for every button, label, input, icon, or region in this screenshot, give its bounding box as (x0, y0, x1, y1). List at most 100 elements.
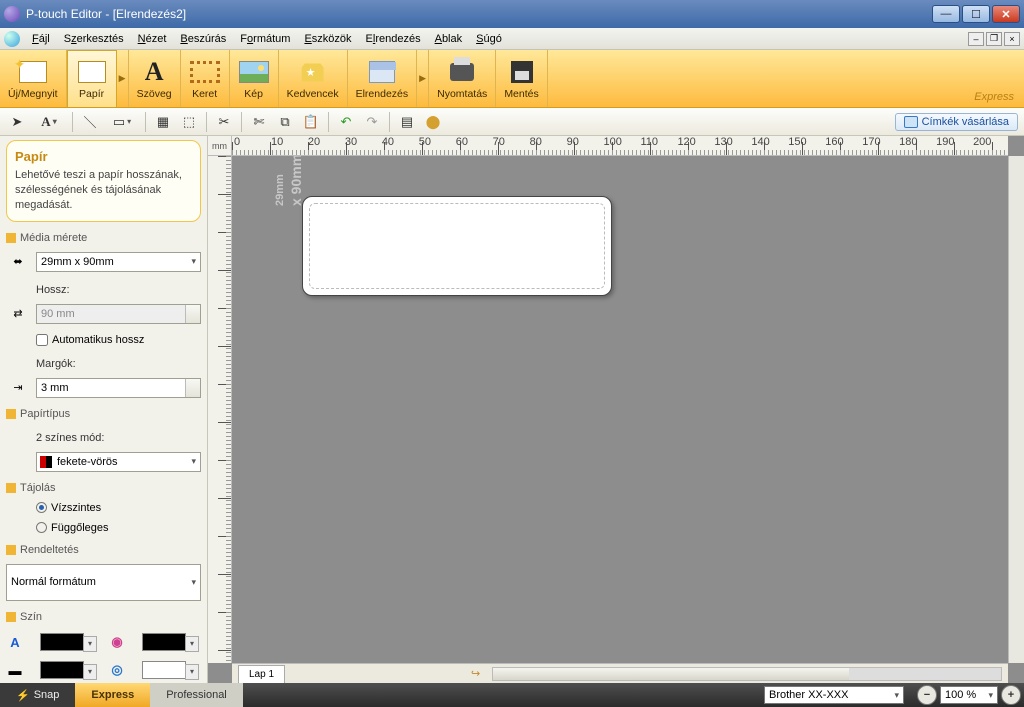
ribbon-save[interactable]: Mentés (496, 50, 547, 107)
align-tool[interactable]: ⬚ (178, 111, 200, 133)
zoom-out-button[interactable]: − (917, 685, 937, 705)
grid-button[interactable]: ▤ (396, 111, 418, 133)
screenshot-tool[interactable]: ✂ (213, 111, 235, 133)
frame-icon (190, 61, 220, 83)
menu-window[interactable]: Ablak (429, 31, 469, 47)
canvas-area: mm 0102030405060708090100110120130140150… (208, 136, 1024, 683)
section-media-size: Média mérete (6, 232, 201, 244)
copy-button[interactable]: ⧉ (274, 111, 296, 133)
buy-labels-text: Címkék vásárlása (922, 116, 1009, 128)
section-color: Szín (6, 611, 201, 623)
shape-tool[interactable]: ▭ (105, 111, 139, 133)
minimize-button[interactable]: — (932, 5, 960, 23)
canvas-stage[interactable]: 29mmx 90mm (232, 156, 1008, 663)
auto-length-checkbox[interactable] (36, 334, 48, 346)
orientation-landscape[interactable]: Vízszintes (36, 502, 201, 514)
margins-input[interactable]: 3 mm (36, 378, 201, 398)
status-bar: ⚡ Snap Express Professional Brother XX-X… (0, 683, 1024, 707)
sheet-tab[interactable]: Lap 1 (238, 665, 285, 683)
redo-button[interactable]: ↷ (361, 111, 383, 133)
menu-tools[interactable]: Eszközök (298, 31, 357, 47)
cut-button[interactable]: ✄ (248, 111, 270, 133)
mode-snap[interactable]: ⚡ Snap (0, 683, 75, 707)
ribbon-favorites[interactable]: Kedvencek (279, 50, 348, 107)
mdi-close-button[interactable]: × (1004, 32, 1020, 46)
sheet-nav-icon[interactable]: ↪ (471, 667, 480, 680)
undo-button[interactable]: ↶ (335, 111, 357, 133)
margins-label: Margók: (36, 358, 201, 370)
two-color-combo[interactable]: fekete-vörös (36, 452, 201, 472)
menu-insert[interactable]: Beszúrás (174, 31, 232, 47)
infobox-title: Papír (15, 149, 192, 164)
line-tool[interactable]: ＼ (79, 111, 101, 133)
ribbon-image[interactable]: Kép (230, 50, 279, 107)
ribbon-frame[interactable]: Keret (181, 50, 230, 107)
purpose-combo[interactable]: Normál formátum (6, 564, 201, 601)
favorites-icon (300, 62, 326, 82)
app-icon (4, 6, 20, 22)
menu-format[interactable]: Formátum (234, 31, 296, 47)
ribbon-text[interactable]: A Szöveg (129, 50, 181, 107)
bottom-bar: Lap 1 ↪ (232, 663, 1008, 683)
side-panel: Papír Lehetővé teszi a papír hosszának, … (0, 136, 208, 683)
media-size-combo[interactable]: 29mm x 90mm (36, 252, 201, 272)
ruler-vertical (208, 156, 232, 663)
close-button[interactable]: ✕ (992, 5, 1020, 23)
ribbon-print[interactable]: Nyomtatás (429, 50, 496, 107)
maximize-button[interactable]: ☐ (962, 5, 990, 23)
menu-layout[interactable]: Elrendezés (360, 31, 427, 47)
zoom-combo[interactable]: 100 % (940, 686, 998, 704)
pointer-tool[interactable]: ➤ (6, 111, 28, 133)
database-button[interactable]: ⬤ (422, 111, 444, 133)
bg-color-picker[interactable] (142, 661, 186, 679)
help-icon[interactable] (4, 31, 20, 47)
ribbon-expand-2[interactable]: ▶ (417, 50, 429, 107)
ruler-unit: mm (208, 136, 232, 156)
horizontal-scrollbar[interactable] (492, 667, 1002, 681)
margins-icon: ⇥ (6, 381, 30, 394)
paste-button[interactable]: 📋 (300, 111, 322, 133)
table-tool[interactable]: ▦ (152, 111, 174, 133)
vertical-scrollbar[interactable] (1008, 156, 1024, 663)
fill-color-picker[interactable] (142, 633, 186, 651)
fill-color-icon: ◉ (108, 634, 126, 650)
mode-express[interactable]: Express (75, 683, 150, 707)
text-icon: A (145, 57, 164, 87)
ribbon-paper[interactable]: Papír (67, 50, 117, 107)
line-color-icon: ▬ (6, 663, 24, 678)
auto-length-check[interactable]: Automatikus hossz (36, 334, 201, 346)
cart-icon (904, 116, 918, 128)
text-color-picker[interactable] (40, 633, 84, 651)
section-orientation: Tájolás (6, 482, 201, 494)
mdi-minimize-button[interactable]: – (968, 32, 984, 46)
label-preview[interactable] (302, 196, 612, 296)
orientation-portrait[interactable]: Függőleges (36, 522, 201, 534)
label-size-text: 29mmx 90mm (270, 154, 304, 206)
mode-professional[interactable]: Professional (150, 683, 243, 707)
zoom-in-button[interactable]: + (1001, 685, 1021, 705)
menu-help[interactable]: Súgó (470, 31, 508, 47)
buy-labels-button[interactable]: Címkék vásárlása (895, 113, 1018, 131)
media-icon: ⬌ (6, 255, 30, 268)
print-icon (450, 63, 474, 81)
layout-icon (369, 61, 395, 83)
image-icon (239, 61, 269, 83)
printer-combo[interactable]: Brother XX-XXX (764, 686, 904, 704)
line-color-picker[interactable] (40, 661, 84, 679)
mdi-restore-button[interactable]: ❐ (986, 32, 1002, 46)
menu-edit[interactable]: Szerkesztés (58, 31, 130, 47)
length-label: Hossz: (36, 284, 201, 296)
ribbon-new-open[interactable]: Új/Megnyit (0, 50, 67, 107)
text-tool[interactable]: A (32, 111, 66, 133)
save-icon (511, 61, 533, 83)
paper-icon (78, 61, 106, 83)
section-purpose: Rendeltetés (6, 544, 201, 556)
menu-file[interactable]: Fájl (26, 31, 56, 47)
menu-view[interactable]: Nézet (132, 31, 173, 47)
ribbon-expand-1[interactable]: ▶ (117, 50, 129, 107)
length-input[interactable]: 90 mm (36, 304, 201, 324)
bg-color-icon: ◎ (108, 662, 126, 678)
section-paper-type: Papírtípus (6, 408, 201, 420)
two-color-label: 2 színes mód: (36, 432, 201, 444)
ribbon-layout[interactable]: Elrendezés (348, 50, 418, 107)
